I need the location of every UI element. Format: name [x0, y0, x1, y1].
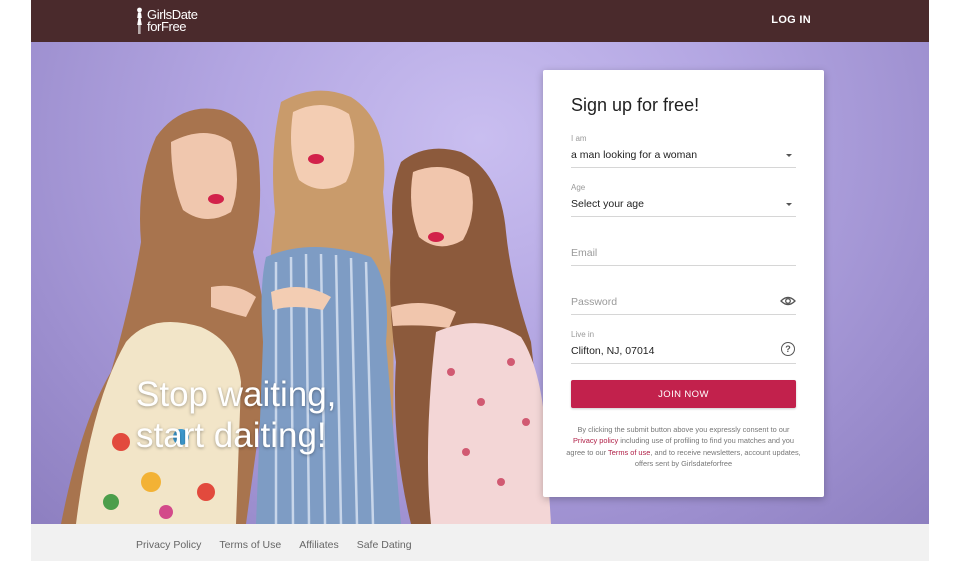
email-placeholder: Email	[571, 247, 598, 259]
footer-nav: Privacy Policy Terms of Use Affiliates S…	[136, 539, 412, 551]
signup-card: Sign up for free! I am a man looking for…	[543, 70, 824, 497]
tagline-line-2: start daiting!	[136, 416, 327, 455]
i-am-value: a man looking for a woman	[571, 149, 698, 161]
location-field[interactable]: Live in Clifton, NJ, 07014 ?	[571, 330, 796, 364]
site-logo[interactable]: GirlsDate forFree	[135, 6, 198, 36]
woman-silhouette-icon	[137, 7, 142, 34]
logo-text: GirlsDate forFree	[147, 8, 198, 34]
legal-part-3: , and to receive newsletters, account up…	[634, 447, 801, 468]
age-select[interactable]: Age Select your age	[571, 183, 796, 217]
dropdown-arrow-icon[interactable]	[786, 154, 792, 157]
footer-link-terms-of-use[interactable]: Terms of Use	[219, 539, 281, 551]
i-am-select[interactable]: I am a man looking for a woman	[571, 134, 796, 168]
join-now-button[interactable]: JOIN NOW	[571, 380, 796, 408]
legal-part-1: By clicking the submit button above you …	[577, 425, 790, 434]
footer-link-safe-dating[interactable]: Safe Dating	[357, 539, 412, 551]
logo-line-2: forFree	[147, 19, 187, 34]
hero-tagline: Stop waiting, start daiting!	[136, 374, 336, 456]
email-field[interactable]: Email	[571, 232, 796, 266]
footer: Privacy Policy Terms of Use Affiliates S…	[31, 524, 929, 561]
help-icon[interactable]: ?	[781, 342, 795, 356]
site-frame: GirlsDate forFree LOG IN Stop waiting, s…	[31, 0, 929, 561]
page: GirlsDate forFree LOG IN Stop waiting, s…	[0, 0, 960, 561]
password-placeholder: Password	[571, 296, 618, 308]
signup-title: Sign up for free!	[571, 95, 700, 115]
password-field[interactable]: Password	[571, 281, 796, 315]
age-label: Age	[571, 183, 586, 192]
footer-link-privacy-policy[interactable]: Privacy Policy	[136, 539, 201, 551]
legal-text: By clicking the submit button above you …	[565, 424, 802, 469]
dropdown-arrow-icon[interactable]	[786, 203, 792, 206]
age-value: Select your age	[571, 198, 644, 210]
login-link[interactable]: LOG IN	[771, 14, 811, 26]
footer-link-affiliates[interactable]: Affiliates	[299, 539, 339, 551]
tagline-line-1: Stop waiting,	[136, 375, 337, 414]
privacy-policy-link[interactable]: Privacy policy	[573, 436, 618, 445]
location-label: Live in	[571, 330, 595, 339]
top-bar: GirlsDate forFree LOG IN	[31, 0, 929, 42]
i-am-label: I am	[571, 134, 587, 143]
location-value: Clifton, NJ, 07014	[571, 345, 655, 357]
terms-of-use-link[interactable]: Terms of use	[608, 448, 650, 457]
eye-icon[interactable]	[780, 295, 796, 307]
hero-section: Stop waiting, start daiting! Sign up for…	[31, 42, 929, 524]
